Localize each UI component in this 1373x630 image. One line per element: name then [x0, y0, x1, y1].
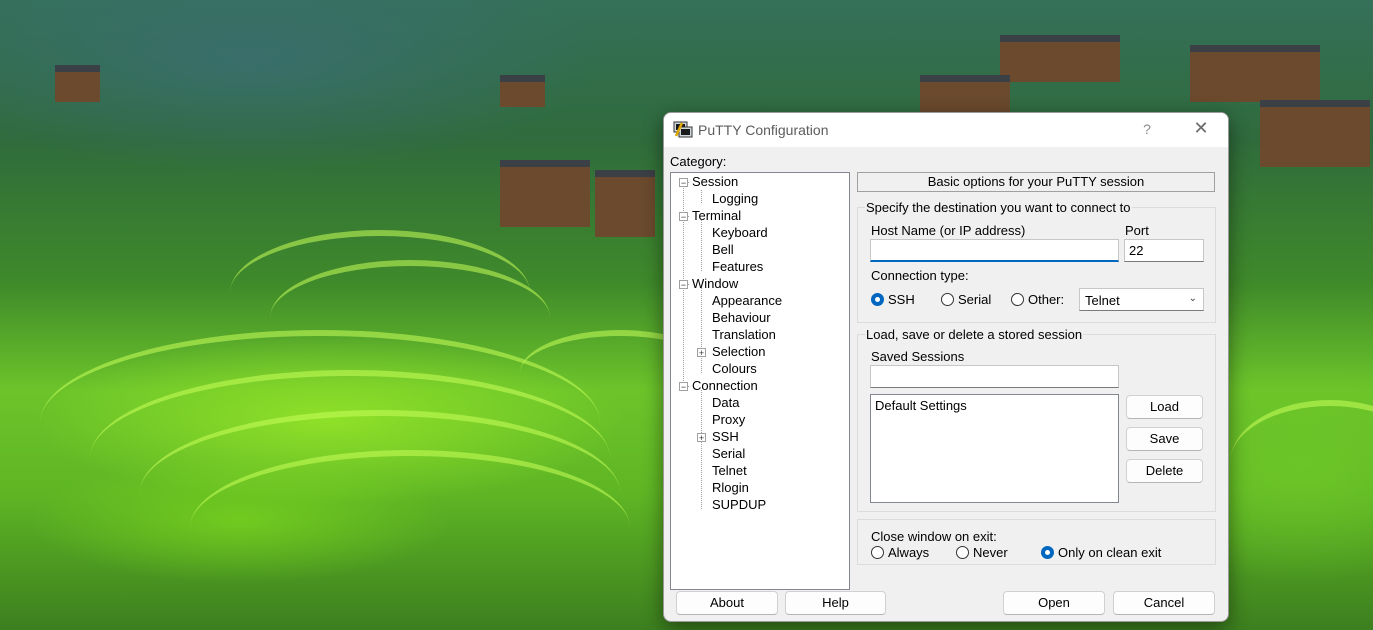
tree-item-session[interactable]: Session [692, 174, 739, 190]
expand-ssh-icon[interactable]: + [697, 433, 706, 443]
stored-session-group-title: Load, save or delete a stored session [865, 327, 1084, 342]
radio-never[interactable] [956, 546, 969, 559]
connection-type-label: Connection type: [871, 268, 969, 283]
radio-serial[interactable] [941, 293, 954, 306]
radio-never-label: Never [973, 545, 1008, 560]
tree-item-selection[interactable]: Selection [712, 344, 765, 360]
cancel-button[interactable]: Cancel [1113, 591, 1215, 615]
tree-item-translation[interactable]: Translation [712, 327, 776, 343]
radio-other-label: Other: [1028, 292, 1065, 307]
radio-ssh[interactable] [871, 293, 884, 306]
window-title: PuTTY Configuration [698, 122, 829, 138]
saved-sessions-input[interactable] [870, 365, 1119, 388]
collapse-terminal-icon[interactable]: − [679, 212, 688, 222]
session-list-item[interactable]: Default Settings [875, 398, 967, 413]
tree-item-data[interactable]: Data [712, 395, 739, 411]
tree-item-window[interactable]: Window [692, 276, 738, 292]
port-label: Port [1125, 223, 1149, 238]
chevron-down-icon: ⌄ [1188, 293, 1197, 304]
tree-item-rlogin[interactable]: Rlogin [712, 480, 749, 496]
title-bar[interactable]: PuTTY Configuration ? ✕ [664, 113, 1228, 147]
radio-ssh-label: SSH [888, 292, 915, 307]
category-tree[interactable]: − − − + − + Session Logging Terminal Key… [670, 172, 850, 590]
radio-serial-label: Serial [958, 292, 992, 307]
radio-other[interactable] [1011, 293, 1024, 306]
tree-item-terminal[interactable]: Terminal [692, 208, 741, 224]
about-button[interactable]: About [676, 591, 778, 615]
help-button[interactable]: Help [785, 591, 886, 615]
collapse-connection-icon[interactable]: − [679, 382, 688, 392]
close-on-exit-label: Close window on exit: [871, 529, 997, 544]
destination-group-title: Specify the destination you want to conn… [865, 200, 1132, 215]
tree-item-colours[interactable]: Colours [712, 361, 757, 377]
radio-clean-exit-label: Only on clean exit [1058, 545, 1162, 560]
radio-always-label: Always [888, 545, 930, 560]
close-icon[interactable]: ✕ [1191, 118, 1211, 139]
radio-clean-exit[interactable] [1041, 546, 1054, 559]
saved-sessions-label: Saved Sessions [871, 349, 965, 364]
host-name-input[interactable] [870, 239, 1119, 262]
save-button[interactable]: Save [1126, 427, 1203, 451]
tree-item-features[interactable]: Features [712, 259, 763, 275]
tree-item-telnet[interactable]: Telnet [712, 463, 747, 479]
port-input[interactable] [1124, 239, 1204, 262]
tree-item-connection[interactable]: Connection [692, 378, 758, 394]
tree-item-logging[interactable]: Logging [712, 191, 758, 207]
tree-item-supdup[interactable]: SUPDUP [712, 497, 766, 513]
tree-item-proxy[interactable]: Proxy [712, 412, 745, 428]
tree-item-behaviour[interactable]: Behaviour [712, 310, 771, 326]
collapse-session-icon[interactable]: − [679, 178, 688, 188]
sessions-listbox[interactable]: Default Settings [870, 394, 1119, 503]
tree-item-appearance[interactable]: Appearance [712, 293, 782, 309]
expand-selection-icon[interactable]: + [697, 348, 706, 358]
delete-button[interactable]: Delete [1126, 459, 1203, 483]
radio-always[interactable] [871, 546, 884, 559]
other-protocol-select[interactable]: Telnet ⌄ [1079, 288, 1204, 311]
host-name-label: Host Name (or IP address) [871, 223, 1026, 238]
open-button[interactable]: Open [1003, 591, 1105, 615]
tree-item-serial[interactable]: Serial [712, 446, 745, 462]
panel-header: Basic options for your PuTTY session [857, 172, 1215, 192]
other-protocol-value: Telnet [1085, 293, 1120, 308]
tree-item-ssh[interactable]: SSH [712, 429, 739, 445]
putty-config-window: PuTTY Configuration ? ✕ Category: − − − … [663, 112, 1229, 622]
collapse-window-icon[interactable]: − [679, 280, 688, 290]
tree-item-bell[interactable]: Bell [712, 242, 734, 258]
category-label: Category: [670, 154, 727, 169]
putty-icon [673, 121, 693, 138]
tree-item-keyboard[interactable]: Keyboard [712, 225, 768, 241]
help-question-icon[interactable]: ? [1137, 121, 1157, 137]
load-button[interactable]: Load [1126, 395, 1203, 419]
